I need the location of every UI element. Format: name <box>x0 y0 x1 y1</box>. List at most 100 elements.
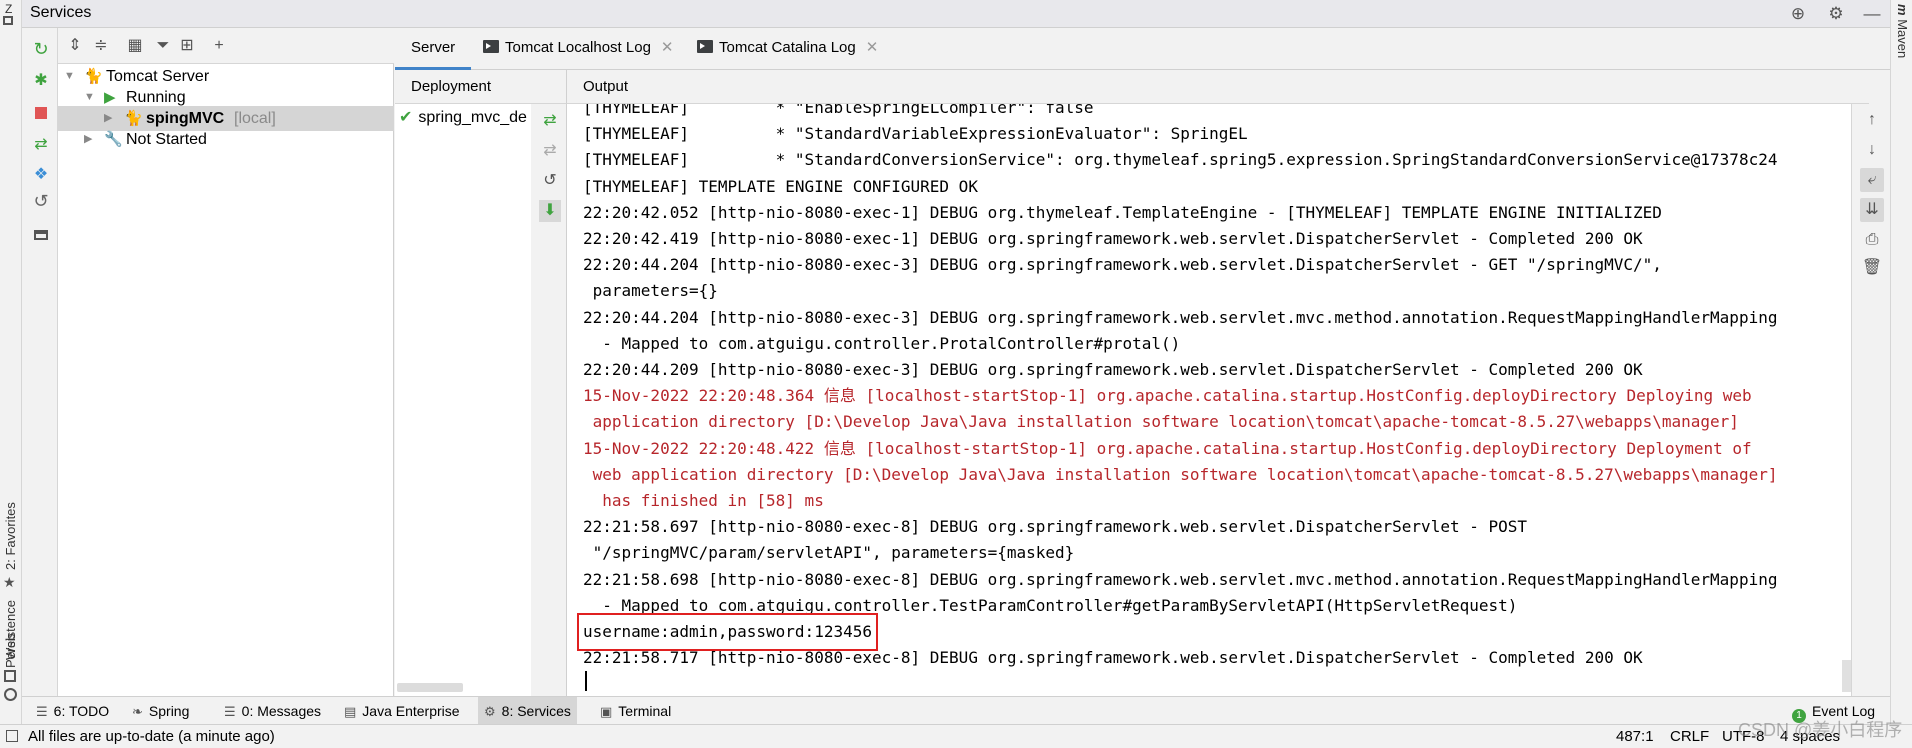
close-icon[interactable]: ✕ <box>866 39 879 56</box>
deployment-item[interactable]: ✔ spring_mvc_de <box>399 106 531 130</box>
tool-window-bar: ☰ 6: TODO ❧ Spring ☰ 0: Messages ▤ Java Ente… <box>22 696 1890 725</box>
layout-icon[interactable] <box>30 224 52 246</box>
favorites-tab[interactable]: 2: Favorites ★ <box>0 470 22 590</box>
log-line: has finished in [58] ms <box>583 491 824 511</box>
deployment-title: Deployment <box>411 78 492 95</box>
services-tree: ▼ 🐈 Tomcat Server ▼ ▶ Running ▶ 🐈 spingM… <box>58 64 394 696</box>
tab-java-enterprise[interactable]: ▤ Java Enterprise <box>338 697 466 725</box>
text-caret <box>585 671 587 691</box>
chevron-right-icon[interactable]: ▶ <box>84 127 92 152</box>
log-line: [THYMELEAF] * "StandardConversionService… <box>583 150 1778 170</box>
terminal-icon: ▣ <box>600 704 613 719</box>
log-icon <box>483 40 499 53</box>
check-icon: ✔ <box>399 109 413 126</box>
favorites-tab-label: 2: Favorites <box>3 502 18 570</box>
deployment-scrollbar[interactable] <box>397 683 463 692</box>
log-line: [THYMELEAF] * "EnableSpringELCompiler": … <box>583 104 1094 117</box>
log-line: [THYMELEAF] * "StandardVariableExpressio… <box>583 124 1248 144</box>
log-line: 22:20:44.204 [http-nio-8080-exec-3] DEBU… <box>583 307 1778 327</box>
bottom-tab-label: 8: Services <box>501 703 571 719</box>
tabs-bar: Server Tomcat Localhost Log ✕ Tomcat Cata… <box>395 28 1890 70</box>
tab-todo[interactable]: ☰ 6: TODO <box>30 697 115 725</box>
cursor-position[interactable]: 487:1 <box>1616 728 1654 745</box>
group-icon[interactable]: ▦ <box>124 35 146 57</box>
web-tab[interactable]: Web <box>0 634 22 726</box>
soft-wrap-icon[interactable]: ⤶ <box>1860 168 1884 192</box>
deploy-icon[interactable]: ⇄ <box>30 134 52 156</box>
print-icon[interactable]: ⎙ <box>1860 228 1884 252</box>
output-header: Output <box>567 70 1869 104</box>
highlighted-log-line: username:admin,password:123456 <box>577 613 878 652</box>
refresh-icon[interactable]: ↺ <box>30 190 52 212</box>
rerun-icon[interactable]: ↻ <box>30 38 52 60</box>
log-line: [THYMELEAF] TEMPLATE ENGINE CONFIGURED O… <box>583 176 978 196</box>
deployment-list: ✔ spring_mvc_de <box>395 104 531 696</box>
deploy-icon[interactable]: ⇄ <box>539 110 561 132</box>
panel-title: Services <box>30 4 92 21</box>
services-header: Services ⊕ ⚙ — <box>22 0 1890 28</box>
bottom-tab-label: 6: TODO <box>53 703 110 719</box>
debug-icon[interactable]: ✱ <box>30 70 52 92</box>
tab-services[interactable]: ⚙ 8: Services <box>478 697 577 725</box>
collapse-all-icon[interactable]: ≑ <box>90 35 112 57</box>
gear-icon[interactable]: ⚙ <box>1825 3 1847 25</box>
maven-tab-label: Maven <box>1895 19 1910 59</box>
update-icon[interactable]: ⬇ <box>539 200 561 222</box>
filter-icon[interactable]: ⏷ <box>152 35 174 57</box>
add-service-icon[interactable]: + <box>208 35 230 57</box>
tab-tomcat-localhost-log[interactable]: Tomcat Localhost Log ✕ <box>483 28 674 70</box>
expand-all-icon[interactable]: ⇕ <box>64 35 86 57</box>
log-line: 22:20:44.209 [http-nio-8080-exec-3] DEBU… <box>583 360 1643 380</box>
console-output[interactable]: [THYMELEAF] * "EnableSpringELCompiler": … <box>567 104 1869 696</box>
bottom-tab-label: 0: Messages <box>241 703 322 719</box>
persistence-icon <box>4 670 16 682</box>
tab-server[interactable]: Server <box>395 28 472 70</box>
trash-icon[interactable]: 🗑 <box>1860 256 1884 280</box>
left-tool-stripe: Z 2: Favorites ★ Persistence Web <box>0 0 22 726</box>
structure-icon <box>3 16 13 25</box>
redeploy-icon[interactable]: ❖ <box>30 164 52 186</box>
line-separator[interactable]: CRLF <box>1670 728 1709 745</box>
tab-tomcat-catalina-log[interactable]: Tomcat Catalina Log ✕ <box>697 28 878 70</box>
deployment-item-label: spring_mvc_de <box>418 109 527 126</box>
new-group-icon[interactable]: ⊞ <box>176 35 198 57</box>
deployment-header: Deployment <box>395 70 567 104</box>
bottom-tab-label: Terminal <box>618 703 672 719</box>
tree-toolbar: ⇕ ≑ ▦ ⏷ ⊞ + <box>58 28 394 64</box>
log-line: 22:21:58.717 [http-nio-8080-exec-8] DEBU… <box>583 648 1643 668</box>
messages-icon: ☰ <box>224 704 236 719</box>
maven-tab[interactable]: m Maven <box>1895 4 1910 58</box>
tree-node-label: Not Started <box>126 131 207 148</box>
list-icon: ☰ <box>36 704 48 719</box>
tab-terminal[interactable]: ▣ Terminal <box>594 697 677 725</box>
tab-spring[interactable]: ❧ Spring <box>126 697 195 725</box>
undeploy-icon[interactable]: ⇄ <box>539 140 561 162</box>
log-line: 22:20:44.204 [http-nio-8080-exec-3] DEBU… <box>583 255 1662 275</box>
log-line: 22:21:58.697 [http-nio-8080-exec-8] DEBU… <box>583 517 1528 537</box>
log-line: 15-Nov-2022 22:20:48.364 信息 [localhost-s… <box>583 386 1752 406</box>
refresh-icon[interactable]: ↺ <box>539 170 561 192</box>
structure-tab-label: Z <box>5 2 13 16</box>
output-title: Output <box>583 78 629 95</box>
tab-label: Server <box>411 39 456 56</box>
spring-icon: ❧ <box>132 704 143 719</box>
scroll-to-end-icon[interactable]: ⇊ <box>1860 198 1884 222</box>
output-tools: ↑ ↓ ⤶ ⇊ ⎙ 🗑 <box>1851 104 1890 696</box>
stop-icon[interactable] <box>30 102 52 124</box>
java-enterprise-icon: ▤ <box>344 704 357 719</box>
crosshair-icon[interactable]: ⊕ <box>1787 3 1809 25</box>
tab-messages[interactable]: ☰ 0: Messages <box>218 697 327 725</box>
log-line: 22:21:58.698 [http-nio-8080-exec-8] DEBU… <box>583 569 1778 589</box>
deployment-tools: ⇄ ⇄ ↺ ⬇ <box>531 104 567 696</box>
close-icon[interactable]: ✕ <box>661 39 674 56</box>
output-scrollbar[interactable] <box>1842 660 1851 692</box>
status-toggle-icon[interactable] <box>6 730 18 742</box>
minimize-icon[interactable]: — <box>1861 3 1883 25</box>
up-arrow-icon[interactable]: ↑ <box>1860 108 1884 132</box>
status-message: All files are up-to-date (a minute ago) <box>28 728 275 745</box>
services-icon: ⚙ <box>484 704 496 719</box>
down-arrow-icon[interactable]: ↓ <box>1860 138 1884 162</box>
log-line: application directory [D:\Develop Java\J… <box>583 412 1739 432</box>
tree-node-not-started[interactable]: ▶ 🔧 Not Started <box>58 127 394 152</box>
log-line: - Mapped to com.atguigu.controller.TestP… <box>583 595 1518 615</box>
